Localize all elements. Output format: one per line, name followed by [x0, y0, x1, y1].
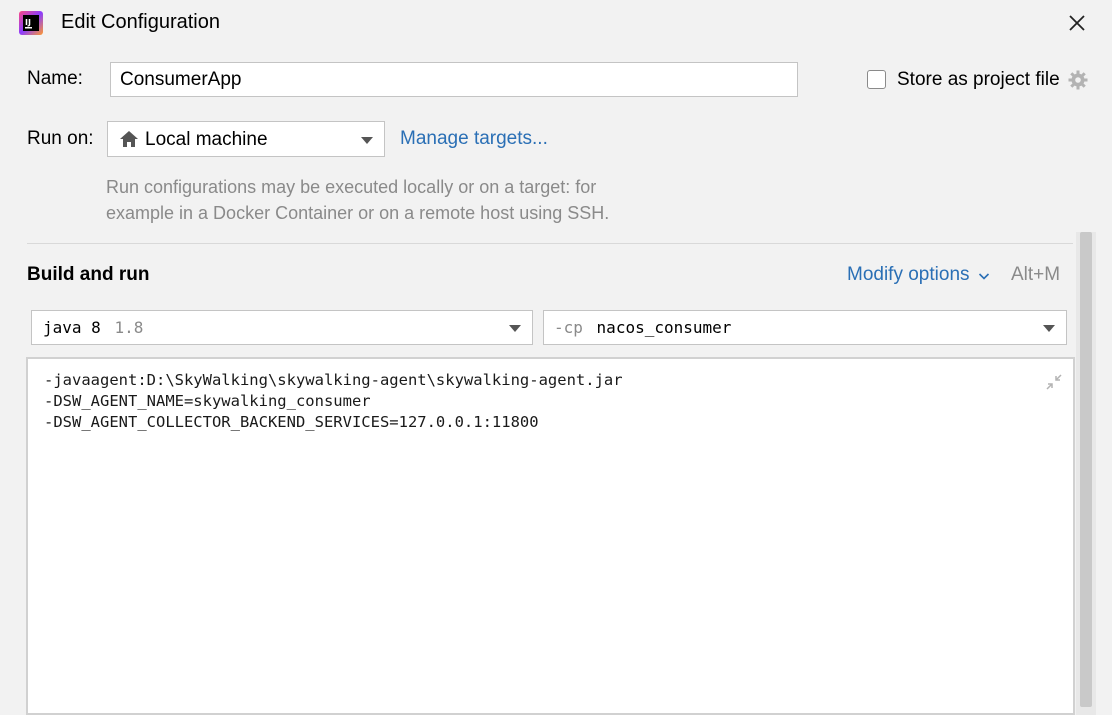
classpath-dropdown[interactable]: -cp nacos_consumer	[543, 310, 1067, 345]
chevron-down-icon	[978, 273, 990, 280]
store-as-project-file-checkbox[interactable]	[867, 70, 886, 89]
gear-icon[interactable]	[1067, 69, 1089, 91]
vm-option-line: -DSW_AGENT_NAME=skywalking_consumer	[44, 392, 371, 410]
jdk-name: java 8	[43, 318, 101, 337]
title-bar: IJ Edit Configuration	[0, 0, 1112, 48]
chevron-down-icon	[1043, 325, 1055, 332]
name-field[interactable]: ConsumerApp	[110, 62, 798, 97]
run-on-dropdown[interactable]: Local machine	[107, 121, 385, 157]
dialog-title: Edit Configuration	[61, 11, 220, 33]
run-on-hint-line1: Run configurations may be executed local…	[106, 177, 597, 197]
intellij-idea-icon: IJ	[18, 10, 44, 36]
run-on-selected: Local machine	[145, 129, 268, 150]
section-separator	[27, 243, 1073, 244]
store-as-project-file-label[interactable]: Store as project file	[897, 69, 1060, 91]
close-button[interactable]	[1062, 8, 1092, 38]
run-on-label: Run on:	[27, 128, 94, 149]
scrollbar-track[interactable]	[1076, 232, 1096, 715]
svg-text:IJ: IJ	[25, 18, 31, 27]
classpath-prefix: -cp	[554, 318, 583, 337]
classpath-module: nacos_consumer	[596, 318, 732, 337]
build-and-run-heading: Build and run	[27, 264, 150, 285]
jdk-version: 1.8	[114, 318, 144, 337]
manage-targets-link[interactable]: Manage targets...	[400, 128, 548, 150]
chevron-down-icon	[361, 137, 373, 144]
modify-options-label[interactable]: Modify options	[847, 264, 970, 285]
chevron-down-icon	[509, 325, 521, 332]
jdk-dropdown[interactable]: java 8 1.8	[31, 310, 533, 345]
home-icon	[119, 130, 139, 148]
collapse-icon[interactable]	[1044, 372, 1064, 392]
vm-options-field[interactable]: -javaagent:D:\SkyWalking\skywalking-agen…	[26, 357, 1075, 715]
close-icon	[1069, 15, 1085, 31]
modify-options-shortcut: Alt+M	[1011, 264, 1061, 285]
run-on-hint-line2: example in a Docker Container or on a re…	[106, 203, 610, 223]
name-label: Name:	[27, 68, 83, 89]
vm-option-line: -javaagent:D:\SkyWalking\skywalking-agen…	[44, 371, 623, 389]
modify-options-button[interactable]: Modify options	[847, 264, 990, 288]
vm-option-line: -DSW_AGENT_COLLECTOR_BACKEND_SERVICES=12…	[44, 413, 539, 431]
scrollbar-thumb[interactable]	[1080, 232, 1092, 707]
